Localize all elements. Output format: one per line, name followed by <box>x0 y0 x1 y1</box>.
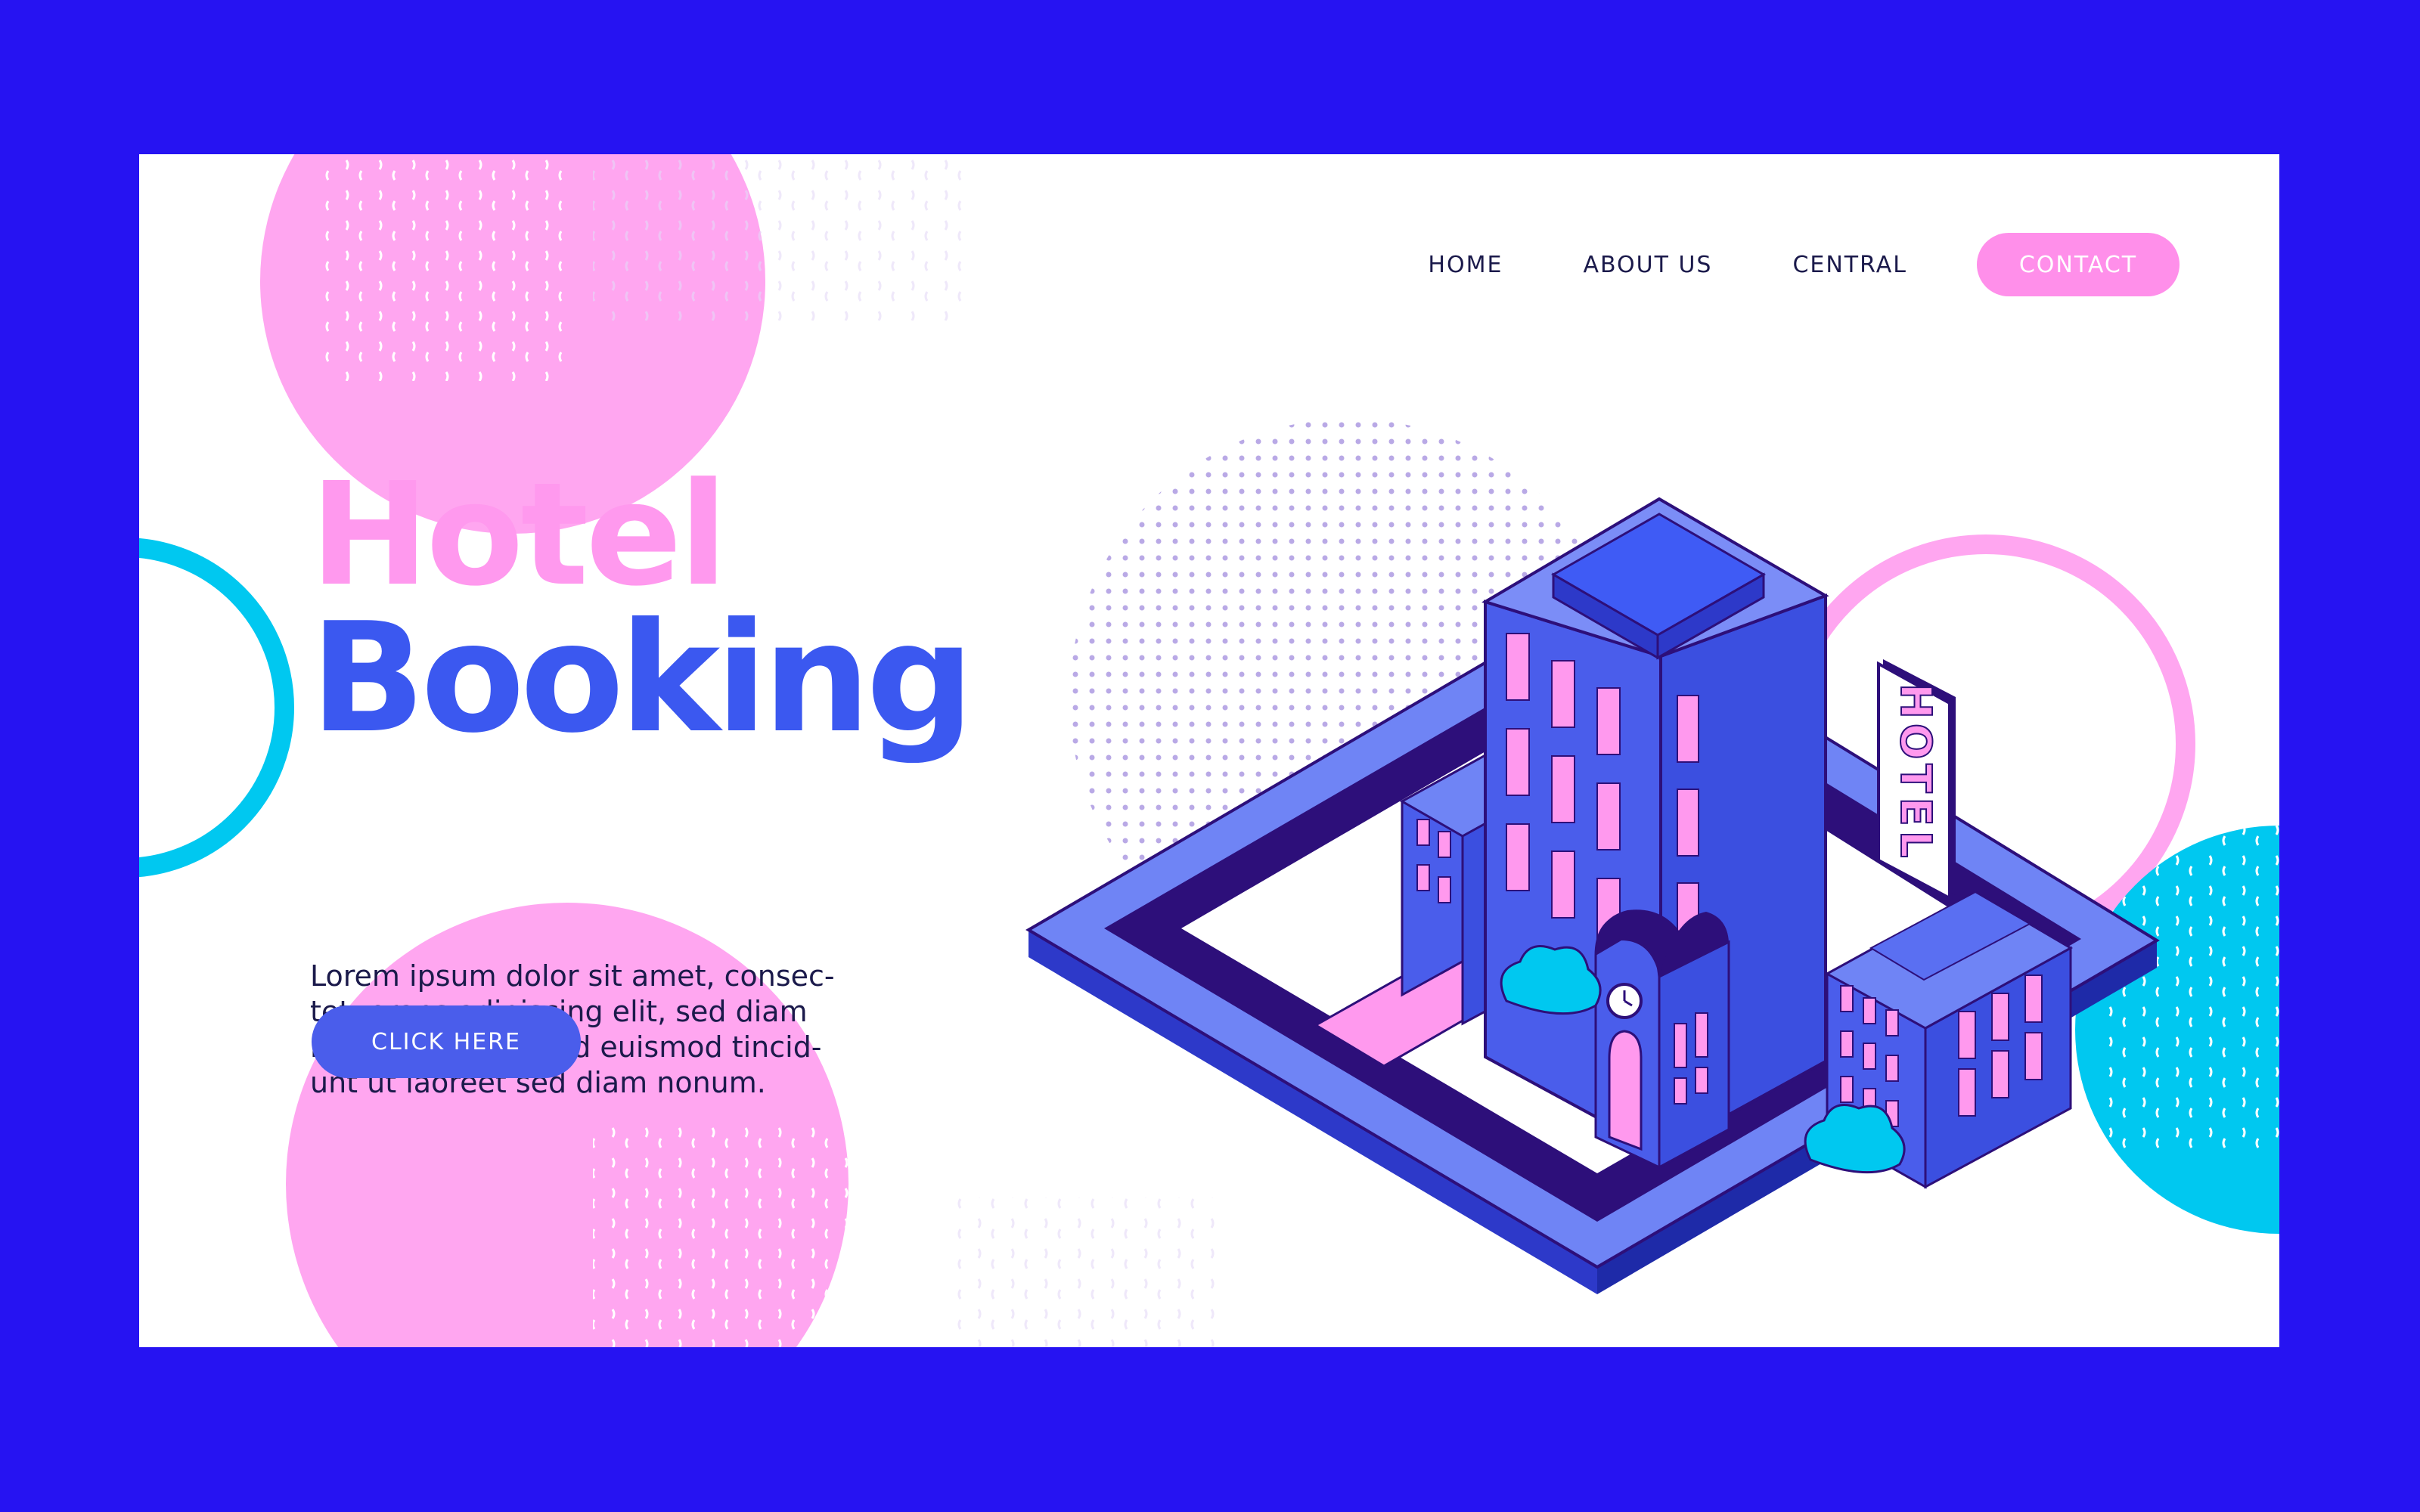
clock-icon <box>1606 983 1643 1019</box>
landing-page: HOTEL HOME ABOUT US CENTRAL CONTACT Hote… <box>139 154 2279 1347</box>
hero-title-line1: Hotel <box>310 452 728 618</box>
top-nav: HOME ABOUT US CENTRAL CONTACT <box>1428 233 2180 296</box>
nav-home-link[interactable]: HOME <box>1428 252 1503 278</box>
decor-ring-left <box>139 538 294 878</box>
hero-title: Hotel Booking <box>310 452 974 767</box>
hero-title-line2: Booking <box>310 590 974 767</box>
hotel-sign-text: HOTEL <box>1891 683 1940 863</box>
click-here-button[interactable]: CLICK HERE <box>312 1005 581 1078</box>
nav-central-link[interactable]: CENTRAL <box>1792 252 1907 278</box>
nav-contact-button[interactable]: CONTACT <box>1977 233 2180 296</box>
nav-about-us-link[interactable]: ABOUT US <box>1583 252 1712 278</box>
